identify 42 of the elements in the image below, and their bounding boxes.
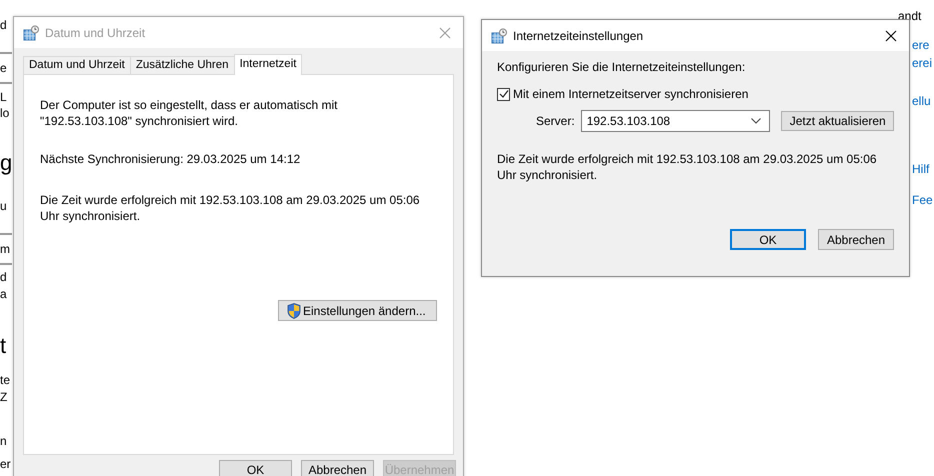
section-heading: g (0, 150, 12, 176)
tab[interactable]: Internetzeit (234, 54, 302, 75)
info-text: Nächste Synchronisierung: 29.03.2025 um 14:12 (40, 151, 302, 167)
setting-text: n (0, 434, 7, 448)
tab[interactable]: Datum und Uhrzeit (23, 56, 131, 74)
checkmark-icon (498, 89, 508, 99)
calendar-clock-icon (23, 24, 39, 40)
server-label: Server: (536, 114, 575, 128)
dialog-button[interactable]: OK (730, 229, 806, 250)
setting-text: u (0, 199, 7, 213)
dialog-button[interactable]: Abbrechen (301, 460, 374, 476)
info-text: Die Zeit wurde erfolgreich mit 192.53.103.108 am 29.03.2025 um 05:06 Uhr synchronisiert. (40, 192, 421, 224)
setting-text: d (0, 270, 7, 284)
window-title: Datum und Uhrzeit (45, 26, 146, 40)
info-text: Der Computer ist so eingestellt, dass er automatisch mit "192.53.103.108" synchronisiert wird. (40, 97, 338, 129)
dialog-button[interactable]: Abbrechen (818, 229, 894, 250)
calendar-clock-icon (491, 28, 507, 44)
checkbox[interactable] (497, 88, 510, 100)
setting-text: te (0, 373, 10, 387)
setting-text: L (0, 90, 7, 104)
setting-text: d (0, 18, 7, 32)
section-heading: t (0, 333, 6, 359)
shield-icon (287, 302, 301, 318)
setting-text: a (0, 287, 7, 301)
setting-text: lo (0, 106, 10, 120)
change-settings-button[interactable]: Einstellungen ändern... (278, 300, 437, 321)
close-icon[interactable] (885, 30, 897, 42)
intro-text: Konfigurieren Sie die Internetzeiteinstellungen: (497, 60, 746, 74)
status-text: Die Zeit wurde erfolgreich mit 192.53.103.108 am 29.03.2025 um 05:06 Uhr synchronisiert. (497, 151, 878, 183)
dialog-button[interactable]: OK (219, 460, 292, 476)
related-link[interactable]: erei (912, 56, 932, 70)
sync-checkbox[interactable]: Mit einem Internetzeitserver synchronisieren (497, 87, 748, 101)
chevron-down-icon (751, 118, 762, 124)
related-link[interactable]: ellu (912, 94, 931, 108)
server-combobox[interactable]: 192.53.103.108 (580, 110, 770, 132)
window-title: Internetzeiteinstellungen (513, 28, 644, 42)
related-link[interactable]: ere (912, 38, 930, 52)
related-link[interactable]: Fee (912, 193, 933, 207)
update-now-button[interactable]: Jetzt aktualisieren (781, 111, 894, 131)
setting-text: Z (0, 390, 8, 404)
related-link[interactable]: Hilf (912, 162, 930, 176)
setting-text: er (0, 457, 11, 471)
